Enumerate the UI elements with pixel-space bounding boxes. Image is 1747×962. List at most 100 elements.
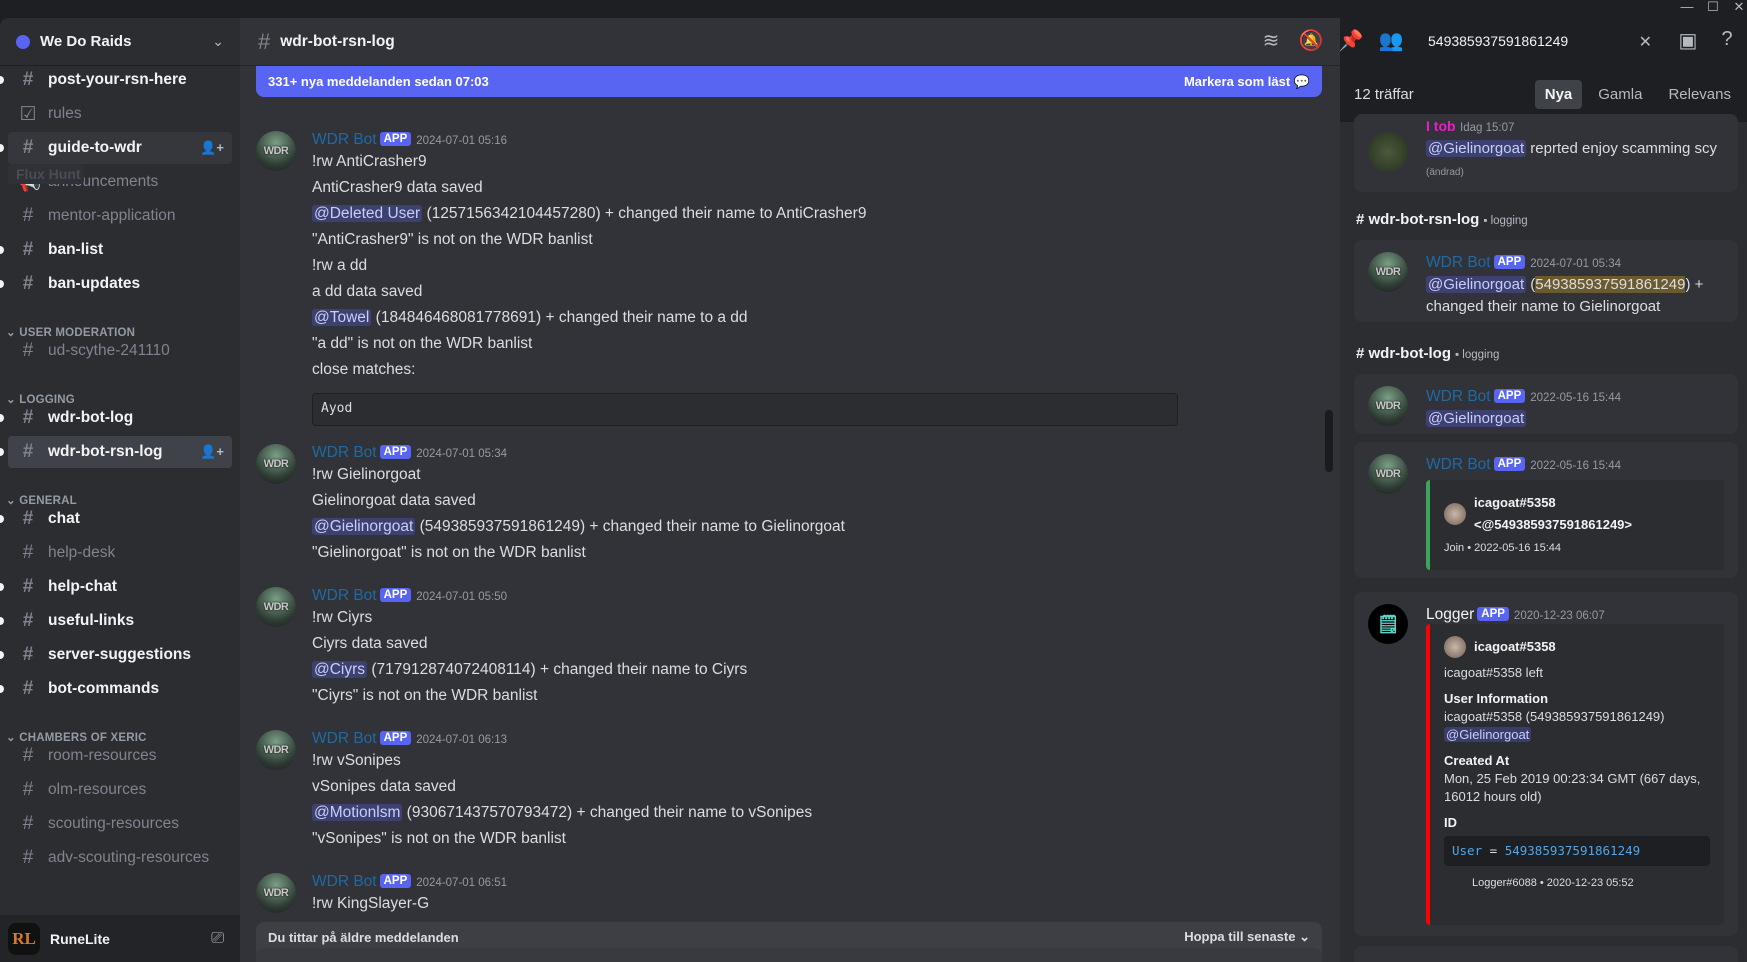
message-composer[interactable] <box>256 948 1322 962</box>
invite-icon[interactable]: 👤+ <box>200 444 224 460</box>
locked-hash-icon: # <box>22 407 34 428</box>
user-mention[interactable]: @Towel <box>312 309 372 326</box>
sidebar-item-olm-resources[interactable]: # olm-resources <box>8 774 232 806</box>
sidebar-item-useful-links[interactable]: # useful-links <box>0 605 232 637</box>
sidebar-item-label: rules <box>48 105 82 122</box>
jump-to-present-button[interactable]: Hoppa till senaste ⌄ <box>1184 929 1310 945</box>
locked-hash-icon: # <box>22 678 34 699</box>
avatar[interactable]: WDR <box>256 873 296 913</box>
message-line: a dd data saved <box>312 283 422 301</box>
author-name[interactable]: WDR Bot <box>1426 388 1491 405</box>
code-block: User = 549385937591861249 <box>1444 836 1710 866</box>
sidebar-item-wdr-bot-log[interactable]: # wdr-bot-log <box>0 402 232 434</box>
message-text: "Gielinorgoat" is not on the WDR banlist <box>312 544 586 561</box>
mark-as-read-label: Markera som läst <box>1183 73 1291 89</box>
user-mention[interactable]: @Motionlsm <box>312 804 403 821</box>
sidebar-item-help-chat[interactable]: # help-chat <box>0 571 232 603</box>
avatar[interactable]: WDR <box>256 730 296 770</box>
search-result[interactable]: WDR WDR Bot APP 2024-07-01 05:34 @Gielinor… <box>1354 240 1738 322</box>
invite-icon[interactable]: 👤+ <box>200 140 224 156</box>
author-name[interactable]: WDR Bot <box>312 131 377 148</box>
sidebar-item-server-suggestions[interactable]: # server-suggestions <box>0 639 232 671</box>
clear-search-icon[interactable]: ✕ <box>1639 32 1652 52</box>
user-mention[interactable]: @Gielinorgoat <box>1444 727 1532 742</box>
search-result[interactable] <box>1354 946 1738 962</box>
sidebar-item-bot-commands[interactable]: # bot-commands <box>0 673 232 705</box>
user-mention[interactable]: @Gielinorgoat <box>1426 276 1527 293</box>
unread-indicator <box>0 651 4 659</box>
author-name[interactable]: WDR Bot <box>312 730 377 747</box>
user-panel: RL RuneLite ⎚ <box>0 915 240 962</box>
user-mention[interactable]: @Gielinorgoat <box>1426 410 1527 427</box>
chat-scrollbar[interactable] <box>1325 410 1333 472</box>
sidebar-item-wdr-bot-rsn-log[interactable]: # wdr-bot-rsn-log 👤+ <box>0 436 232 468</box>
avatar[interactable]: WDR <box>256 587 296 627</box>
inbox-icon[interactable]: ▣ <box>1675 28 1701 53</box>
sidebar-item-ud-scythe-241110[interactable]: # ud-scythe-241110 <box>8 335 232 367</box>
sidebar-item-adv-scouting-resources[interactable]: # adv-scouting-resources <box>8 842 232 874</box>
sidebar-item-label: chat <box>48 510 80 527</box>
message-line: "vSonipes" is not on the WDR banlist <box>312 830 566 848</box>
search-result[interactable]: 🗒 Logger APP 2020-12-23 06:07 icagoat#5358… <box>1354 592 1738 936</box>
sidebar-item-scouting-resources[interactable]: # scouting-resources <box>8 808 232 840</box>
hash-icon: # <box>22 610 34 631</box>
tab-newest[interactable]: Nya <box>1534 79 1583 109</box>
author-name[interactable]: WDR Bot <box>312 444 377 461</box>
sidebar-item-post-your-rsn-here[interactable]: # post-your-rsn-here <box>0 64 232 96</box>
folder-icon: ▪ <box>1455 349 1460 361</box>
tab-relevance[interactable]: Relevans <box>1658 80 1741 109</box>
author-name[interactable]: Logger <box>1426 606 1474 623</box>
members-icon[interactable]: 👥 <box>1378 28 1404 53</box>
new-messages-banner[interactable]: 331+ nya meddelanden sedan 07:03 Markera… <box>256 66 1322 97</box>
tab-oldest[interactable]: Gamla <box>1588 80 1652 109</box>
search-result[interactable]: WDR WDR Bot APP 2022-05-16 15:44 @Gielinor… <box>1354 374 1738 434</box>
close-window-button[interactable]: ✕ <box>1724 0 1747 16</box>
result-channel-header[interactable]: # wdr-bot-log ▪ logging <box>1356 345 1499 362</box>
author-name[interactable]: WDR Bot <box>312 873 377 890</box>
mute-icon[interactable]: 🔕 <box>1298 28 1324 53</box>
server-header[interactable]: We Do Raids ⌄ <box>0 18 240 66</box>
message-text: vSonipes data saved <box>312 778 456 795</box>
author-name[interactable]: WDR Bot <box>1426 456 1491 473</box>
user-mention[interactable]: @Ciyrs <box>312 661 368 678</box>
unread-indicator <box>0 617 4 625</box>
user-mention[interactable]: @Gielinorgoat <box>1426 140 1527 157</box>
message-text: !rw Ciyrs <box>312 609 373 626</box>
result-category-name: logging <box>1490 215 1528 227</box>
threads-icon[interactable]: ≋ <box>1258 28 1284 53</box>
runelite-avatar[interactable]: RL <box>8 922 40 955</box>
server-boost-icon <box>16 34 30 49</box>
message-text: reprted enjoy scamming scy <box>1526 140 1718 157</box>
sidebar-item-chat[interactable]: # chat <box>0 503 232 535</box>
locked-hash-icon: # <box>22 441 34 462</box>
author-name[interactable]: WDR Bot <box>312 587 377 604</box>
search-result[interactable]: WDR WDR Bot APP 2022-05-16 15:44 icagoat#5… <box>1354 442 1738 578</box>
locked-hash-icon: # <box>22 205 34 226</box>
embed-footer: Join • 2022-05-16 15:44 <box>1444 542 1561 554</box>
sidebar-item-ban-updates[interactable]: # ban-updates <box>0 268 232 300</box>
result-channel-header[interactable]: # wdr-bot-rsn-log ▪ logging <box>1356 211 1528 228</box>
sidebar-item-mentor-application[interactable]: # mentor-application <box>8 200 232 232</box>
sidebar-item-help-desk[interactable]: # help-desk <box>8 537 232 569</box>
search-input[interactable]: 549385937591861249 ✕ <box>1420 28 1660 56</box>
user-mention[interactable]: @Deleted User <box>312 205 423 222</box>
sidebar-item-guide-to-wdr[interactable]: # guide-to-wdr 👤+ <box>0 132 232 164</box>
sidebar-item-room-resources[interactable]: # room-resources <box>8 740 232 772</box>
avatar[interactable]: WDR <box>256 131 296 171</box>
search-result[interactable]: I tob Idag 15:07 @Gielinorgoat reprted e… <box>1354 114 1738 192</box>
user-mention[interactable]: @Gielinorgoat <box>312 518 416 535</box>
avatar[interactable]: WDR <box>256 444 296 484</box>
message-line: @Towel (184846468081778691) + changed th… <box>312 309 748 327</box>
user-avatar <box>1444 636 1466 658</box>
sidebar-item-ban-list[interactable]: # ban-list <box>0 234 232 266</box>
leave-embed: icagoat#5358 icagoat#5358 left User Info… <box>1426 624 1724 925</box>
mark-as-read-button[interactable]: Markera som läst 💬 <box>1184 74 1310 90</box>
pin-icon[interactable]: 📌 <box>1338 28 1364 53</box>
author-name[interactable]: I tob <box>1426 118 1456 134</box>
sidebar-item-rules[interactable]: ☑ rules <box>8 98 232 130</box>
locked-hash-icon: # <box>22 137 34 158</box>
help-icon[interactable]: ? <box>1714 28 1740 51</box>
screen-share-icon[interactable]: ⎚ <box>211 930 224 948</box>
author-name[interactable]: WDR Bot <box>1426 254 1491 271</box>
sidebar-item-label: guide-to-wdr <box>48 139 142 156</box>
